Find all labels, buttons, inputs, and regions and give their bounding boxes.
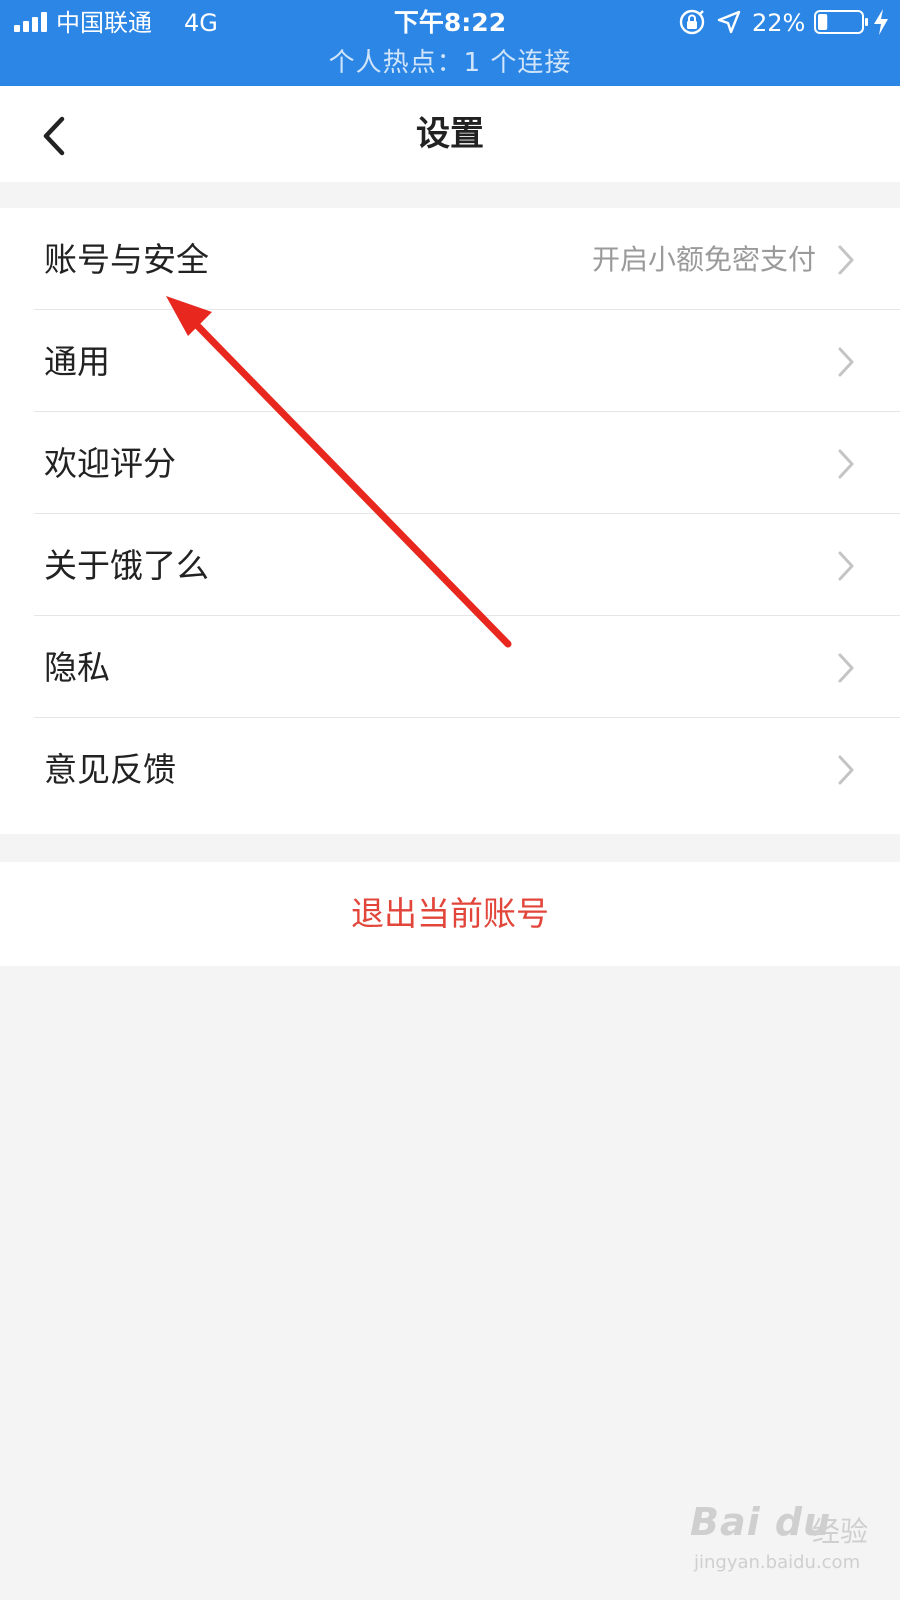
settings-row-rating[interactable]: 欢迎评分 (0, 412, 900, 516)
hotspot-status: 个人热点：1 个连接 (328, 48, 572, 78)
watermark-url: jingyan.baidu.com (694, 1552, 861, 1573)
row-label: 通用 (44, 342, 110, 381)
charging-bolt-icon (874, 9, 888, 35)
watermark-text: 经验 (812, 1515, 869, 1548)
nav-bar: 设置 (0, 86, 900, 182)
logout-button[interactable]: 退出当前账号 (0, 862, 900, 966)
settings-row-privacy[interactable]: 隐私 (0, 616, 900, 720)
battery-icon (814, 10, 868, 34)
settings-row-feedback[interactable]: 意见反馈 (0, 718, 900, 822)
baidu-jingyan-watermark: Bai du 经验 jingyan.baidu.com (690, 1500, 890, 1590)
row-label: 意见反馈 (44, 750, 176, 789)
rotation-lock-icon (679, 9, 705, 35)
settings-row-account-security[interactable]: 账号与安全 开启小额免密支付 (0, 208, 900, 312)
chevron-right-icon (838, 551, 854, 581)
settings-list: 账号与安全 开启小额免密支付 通用 欢迎评分 关于饿了么 隐私 意见反馈 (0, 208, 900, 834)
battery-percent: 22% (752, 9, 806, 37)
row-label: 关于饿了么 (44, 546, 209, 585)
row-detail: 开启小额免密支付 (591, 243, 816, 276)
row-label: 隐私 (44, 648, 110, 687)
chevron-right-icon (838, 449, 854, 479)
row-label: 账号与安全 (44, 240, 209, 279)
chevron-right-icon (838, 755, 854, 785)
logout-section: 退出当前账号 (0, 862, 900, 966)
settings-row-about[interactable]: 关于饿了么 (0, 514, 900, 618)
watermark-logo: Bai du (690, 1500, 832, 1544)
chevron-right-icon (838, 347, 854, 377)
chevron-right-icon (838, 653, 854, 683)
row-label: 欢迎评分 (44, 444, 176, 483)
settings-row-general[interactable]: 通用 (0, 310, 900, 414)
location-arrow-icon (717, 10, 741, 34)
status-bar: 中国联通 4G 下午8:22 22% 个人热点：1 个连接 (0, 0, 900, 86)
page-title: 设置 (416, 114, 484, 154)
chevron-right-icon (838, 245, 854, 275)
